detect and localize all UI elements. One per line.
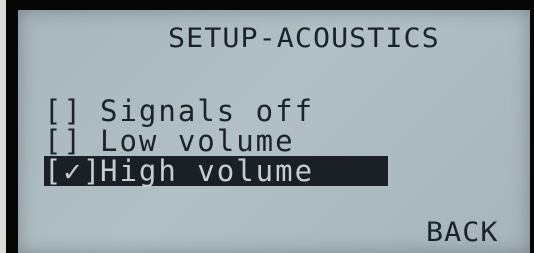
menu-item-label: Signals off [100, 94, 315, 128]
menu-item-high-volume[interactable]: [✓] High volume [44, 156, 388, 186]
acoustics-menu: [] Signals off [] Low volume [✓] High volum… [44, 96, 444, 186]
checkbox-signals-off[interactable]: [] [44, 96, 100, 126]
checkbox-low-volume[interactable]: [] [44, 126, 100, 156]
screen-title: SETUP-ACOUSTICS [168, 23, 440, 54]
menu-item-label: Low volume [100, 124, 295, 158]
menu-item-label: High volume [100, 154, 315, 188]
lcd-screen: SETUP-ACOUSTICS [] Signals off [] Low volu… [18, 10, 530, 253]
menu-item-low-volume[interactable]: [] Low volume [44, 126, 444, 156]
menu-item-signals-off[interactable]: [] Signals off [44, 96, 444, 126]
back-button[interactable]: BACK [426, 218, 498, 248]
checkbox-high-volume[interactable]: [✓] [44, 156, 100, 186]
